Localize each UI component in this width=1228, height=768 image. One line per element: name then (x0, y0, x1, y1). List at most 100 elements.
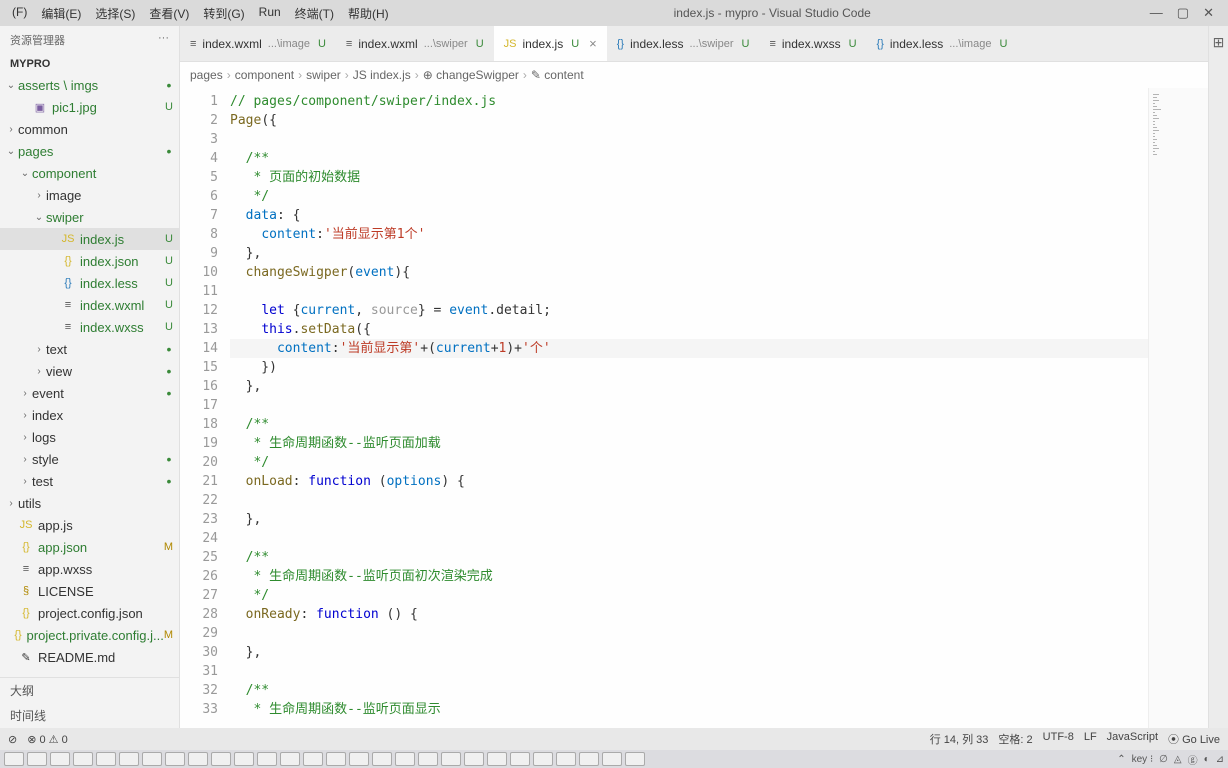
taskbar-app-icon[interactable] (234, 752, 254, 766)
file-item[interactable]: {}project.private.config.j...M (0, 624, 179, 646)
file-item[interactable]: {}index.jsonU (0, 250, 179, 272)
menu-item[interactable]: 终端(T) (289, 3, 340, 24)
tray-icon[interactable]: ∅ (1159, 754, 1168, 765)
taskbar-app-icon[interactable] (165, 752, 185, 766)
file-item[interactable]: ▣pic1.jpgU (0, 96, 179, 118)
menu-item[interactable]: 转到(G) (197, 3, 250, 24)
project-name[interactable]: MYPRO (0, 54, 179, 74)
file-item[interactable]: ≡index.wxssU (0, 316, 179, 338)
taskbar-app-icon[interactable] (487, 752, 507, 766)
taskbar-app-icon[interactable] (50, 752, 70, 766)
code-content[interactable]: // pages/component/swiper/index.jsPage({… (230, 88, 1148, 728)
folder-item[interactable]: style• (0, 448, 179, 470)
taskbar-app-icon[interactable] (556, 752, 576, 766)
editor-tab[interactable]: ≡index.wxml...\swiperU (336, 26, 494, 62)
folder-item[interactable]: image (0, 184, 179, 206)
taskbar-app-icon[interactable] (280, 752, 300, 766)
taskbar-app-icon[interactable] (372, 752, 392, 766)
file-item[interactable]: {}index.lessU (0, 272, 179, 294)
folder-item[interactable]: logs (0, 426, 179, 448)
taskbar-app-icon[interactable] (188, 752, 208, 766)
file-item[interactable]: {}app.jsonM (0, 536, 179, 558)
editor-tab[interactable]: ≡index.wxml...\imageU (180, 26, 336, 62)
tray-icon[interactable]: ⓖ (1188, 752, 1198, 767)
taskbar-app-icon[interactable] (625, 752, 645, 766)
taskbar-app-icon[interactable] (349, 752, 369, 766)
minimap[interactable]: ▬▬▬▬▬▬▬▬▬▬▬▬▬▬▬▬▬▬▬▬▬▬▬▬▬▬▬▬▬▬▬▬▬▬▬▬▬▬▬▬… (1148, 88, 1208, 728)
folder-item[interactable]: swiper (0, 206, 179, 228)
file-item[interactable]: §LICENSE (0, 580, 179, 602)
breadcrumb-item[interactable]: JS index.js (353, 68, 411, 82)
status-item[interactable]: LF (1084, 731, 1097, 747)
taskbar-app-icon[interactable] (510, 752, 530, 766)
folder-item[interactable]: text• (0, 338, 179, 360)
file-item[interactable]: JSapp.js (0, 514, 179, 536)
status-item[interactable]: ⊗ 0 ⚠ 0 (27, 733, 67, 746)
folder-item[interactable]: view• (0, 360, 179, 382)
taskbar-app-icon[interactable] (211, 752, 231, 766)
outline-section[interactable]: 大纲 (0, 678, 179, 703)
minimize-icon[interactable]: — (1150, 5, 1163, 21)
status-item[interactable]: UTF-8 (1043, 731, 1074, 747)
menu-item[interactable]: (F) (6, 3, 33, 24)
code-editor[interactable]: 1234567891011121314151617181920212223242… (180, 88, 1208, 728)
close-icon[interactable]: ✕ (1203, 5, 1214, 21)
breadcrumb-item[interactable]: ⊕ changeSwigper (423, 68, 519, 82)
folder-item[interactable]: asserts \ imgs• (0, 74, 179, 96)
breadcrumb-item[interactable]: ✎ content (531, 68, 584, 82)
folder-item[interactable]: common (0, 118, 179, 140)
menu-item[interactable]: Run (253, 3, 287, 24)
file-item[interactable]: ✎README.md (0, 646, 179, 668)
folder-item[interactable]: utils (0, 492, 179, 514)
editor-tab[interactable]: {}index.less...\swiperU (607, 26, 760, 62)
breadcrumb-item[interactable]: component (235, 68, 294, 82)
taskbar-app-icon[interactable] (73, 752, 93, 766)
file-item[interactable]: JSindex.jsU (0, 228, 179, 250)
file-item[interactable]: ≡index.wxmlU (0, 294, 179, 316)
taskbar-app-icon[interactable] (142, 752, 162, 766)
tray-icon[interactable]: ◬ (1174, 754, 1182, 765)
editor-tab[interactable]: {}index.less...\imageU (867, 26, 1018, 62)
tray-icon[interactable]: ◐ (1204, 754, 1210, 765)
more-icon[interactable]: ··· (158, 32, 169, 48)
folder-item[interactable]: event• (0, 382, 179, 404)
taskbar-app-icon[interactable] (27, 752, 47, 766)
taskbar-app-icon[interactable] (418, 752, 438, 766)
status-item[interactable]: ⊘ (8, 733, 17, 746)
taskbar-app-icon[interactable] (257, 752, 277, 766)
taskbar-app-icon[interactable] (464, 752, 484, 766)
timeline-section[interactable]: 时间线 (0, 703, 179, 728)
menu-item[interactable]: 帮助(H) (342, 3, 395, 24)
folder-item[interactable]: index (0, 404, 179, 426)
editor-tab[interactable]: JSindex.jsU× (494, 26, 607, 62)
file-item[interactable]: ≡app.wxss (0, 558, 179, 580)
taskbar-app-icon[interactable] (395, 752, 415, 766)
breadcrumb-item[interactable]: pages (190, 68, 223, 82)
taskbar-app-icon[interactable] (441, 752, 461, 766)
split-editor-icon[interactable]: ⊞ (1213, 34, 1225, 51)
menu-item[interactable]: 编辑(E) (35, 3, 87, 24)
tray-icon[interactable]: ⌃ (1117, 754, 1125, 765)
taskbar-app-icon[interactable] (96, 752, 116, 766)
taskbar-app-icon[interactable] (4, 752, 24, 766)
tray-icon[interactable]: ⊿ (1216, 754, 1224, 765)
editor-tab[interactable]: ≡index.wxssU (759, 26, 866, 62)
file-item[interactable]: {}project.config.json (0, 602, 179, 624)
tray-icon[interactable]: key ⁝ (1132, 754, 1154, 765)
taskbar-app-icon[interactable] (533, 752, 553, 766)
taskbar-app-icon[interactable] (579, 752, 599, 766)
taskbar-app-icon[interactable] (602, 752, 622, 766)
folder-item[interactable]: component (0, 162, 179, 184)
folder-item[interactable]: pages• (0, 140, 179, 162)
status-item[interactable]: 行 14, 列 33 (930, 731, 989, 747)
folder-item[interactable]: test• (0, 470, 179, 492)
taskbar-app-icon[interactable] (303, 752, 323, 766)
maximize-icon[interactable]: ▢ (1177, 5, 1189, 21)
taskbar-app-icon[interactable] (119, 752, 139, 766)
status-item[interactable]: 空格: 2 (998, 731, 1032, 747)
taskbar-app-icon[interactable] (326, 752, 346, 766)
status-item[interactable]: JavaScript (1107, 731, 1158, 747)
status-item[interactable]: ⦿ Go Live (1168, 731, 1220, 747)
menu-item[interactable]: 选择(S) (89, 3, 141, 24)
breadcrumb-item[interactable]: swiper (306, 68, 341, 82)
